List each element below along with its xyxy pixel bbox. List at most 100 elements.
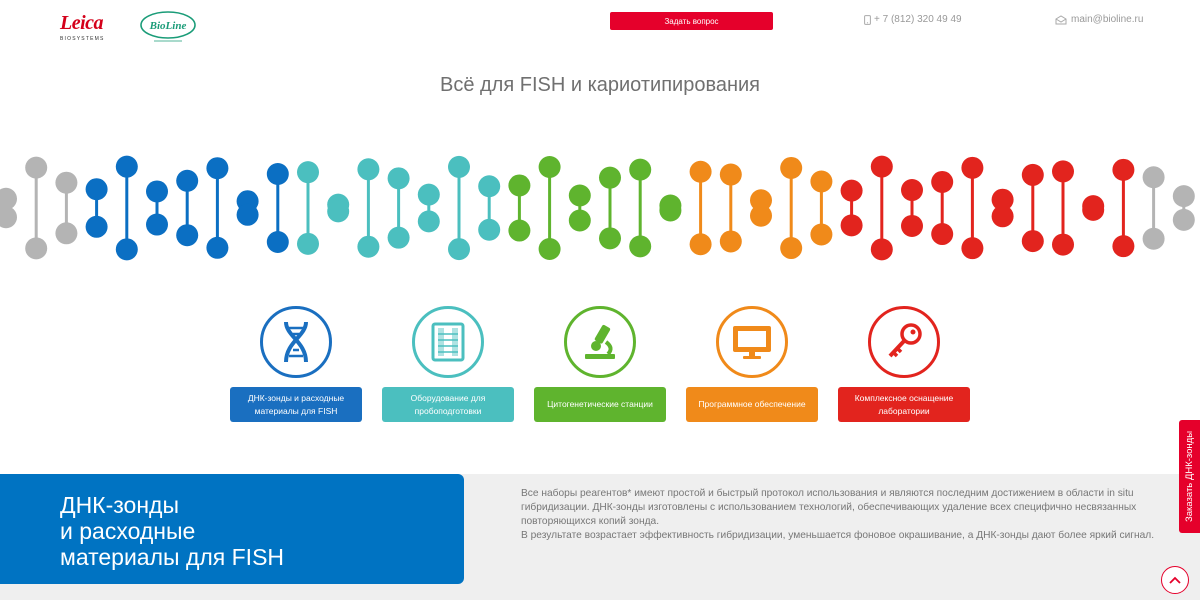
dna-node: [689, 233, 712, 256]
phone-contact[interactable]: + 7 (812) 320 49 49: [864, 14, 962, 25]
dna-node: [176, 224, 199, 247]
dna-node: [417, 183, 440, 206]
section-heading-card: ДНК-зонды и расходные материалы для FISH: [0, 474, 464, 584]
category-label-dna-probes[interactable]: ДНК-зонды и расходные материалы для FISH: [230, 387, 362, 422]
dna-node: [840, 179, 863, 202]
dna-node: [236, 203, 259, 226]
scroll-to-top-button[interactable]: [1161, 566, 1189, 594]
dna-node: [478, 175, 501, 198]
dna-node: [55, 222, 78, 245]
dna-node: [1052, 160, 1074, 183]
dna-node: [931, 223, 954, 246]
dna-node: [85, 215, 108, 238]
dna-node: [659, 194, 682, 217]
dna-node: [961, 156, 984, 179]
dna-node: [810, 223, 833, 246]
dna-node: [1142, 166, 1165, 189]
category-dna-probes[interactable]: ДНК-зонды и расходные материалы для FISH: [230, 306, 362, 422]
email-contact[interactable]: main@bioline.ru: [1055, 14, 1143, 25]
phone-icon: [864, 14, 871, 25]
dna-node: [508, 174, 531, 197]
bioline-logo[interactable]: BioLine: [138, 10, 198, 44]
dna-node: [1112, 158, 1135, 181]
dna-node: [568, 184, 591, 207]
dna-node: [1112, 235, 1135, 258]
dna-node: [538, 156, 561, 179]
dna-node: [448, 155, 470, 178]
category-label-cytogenetic-stations[interactable]: Цитогенетические станции: [534, 387, 666, 422]
dna-node: [115, 238, 138, 261]
dna-node: [266, 163, 289, 186]
dna-node: [327, 200, 350, 223]
dna-node: [1142, 227, 1165, 250]
dna-node: [357, 235, 380, 258]
category-label-lab-equipment[interactable]: Комплексное оснащение лаборатории: [838, 387, 970, 422]
dna-node: [0, 206, 17, 229]
dna-node: [599, 227, 621, 250]
dna-node: [689, 160, 712, 183]
category-software[interactable]: Программное обеспечение: [686, 306, 818, 422]
dna-node: [719, 163, 742, 186]
dna-node: [901, 179, 923, 202]
order-dna-probes-label: Заказать ДНК-зонды: [1184, 430, 1196, 523]
category-cytogenetic-stations[interactable]: Цитогенетические станции: [534, 306, 666, 422]
slide-rack-icon: [412, 306, 484, 378]
section-heading: ДНК-зонды и расходные материалы для FISH: [60, 492, 464, 570]
chevron-up-icon: [1169, 576, 1181, 584]
dna-icon: [260, 306, 332, 378]
dna-node: [961, 237, 984, 260]
dna-node: [297, 232, 319, 255]
email-address: main@bioline.ru: [1071, 14, 1144, 25]
dna-node: [1021, 163, 1044, 186]
section-paragraph-2: В результате возрастает эффективность ги…: [521, 530, 1155, 541]
dna-node: [448, 238, 470, 261]
leica-logo[interactable]: Leica BIOSYSTEMS: [60, 12, 116, 44]
dna-node: [387, 167, 410, 190]
dna-node: [297, 161, 319, 184]
section-heading-line: материалы для FISH: [60, 544, 285, 570]
category-label-equipment[interactable]: Оборудование для пробоподготовки: [382, 387, 514, 422]
dna-node: [1172, 208, 1195, 231]
dna-node: [568, 209, 591, 232]
category-lab-equipment[interactable]: Комплексное оснащение лаборатории: [838, 306, 970, 422]
dna-node: [629, 158, 652, 181]
dna-node: [870, 238, 893, 261]
dna-node: [206, 157, 229, 180]
svg-text:BioLine: BioLine: [149, 20, 187, 32]
ask-question-button[interactable]: Задать вопрос: [610, 12, 773, 30]
dna-node: [176, 169, 199, 192]
dna-node: [780, 156, 803, 179]
dna-node: [629, 235, 652, 258]
dna-node: [810, 170, 833, 193]
dna-node: [599, 166, 621, 189]
dna-node: [931, 170, 954, 193]
section-heading-line: ДНК-зонды: [60, 492, 179, 518]
dna-node: [146, 213, 168, 236]
dna-node: [719, 230, 742, 253]
leica-subtitle: BIOSYSTEMS: [60, 36, 105, 42]
dna-node: [115, 155, 138, 178]
mail-icon: [1055, 14, 1067, 24]
dna-node: [780, 237, 803, 260]
microscope-icon: [564, 306, 636, 378]
order-dna-probes-tab[interactable]: Заказать ДНК-зонды: [1179, 420, 1200, 533]
dna-node: [55, 171, 78, 194]
dna-node: [1082, 195, 1105, 218]
dna-node: [840, 214, 863, 237]
dna-helix-illustration: [0, 155, 1195, 261]
dna-node: [870, 155, 893, 178]
dna-node: [750, 189, 772, 212]
phone-number: + 7 (812) 320 49 49: [874, 14, 962, 25]
dna-node: [25, 156, 48, 179]
category-equipment[interactable]: Оборудование для пробоподготовки: [382, 306, 514, 422]
dna-node: [25, 237, 48, 260]
dna-node: [387, 226, 410, 249]
category-label-software[interactable]: Программное обеспечение: [686, 387, 818, 422]
dna-node: [538, 237, 561, 260]
page-title: Всё для FISH и кариотипирования: [439, 74, 761, 96]
dna-node: [266, 230, 289, 253]
section-description: Все наборы реагентов* имеют простой и бы…: [521, 487, 1161, 543]
monitor-icon: [716, 306, 788, 378]
dna-node: [1021, 230, 1044, 253]
dna-node: [146, 180, 168, 203]
